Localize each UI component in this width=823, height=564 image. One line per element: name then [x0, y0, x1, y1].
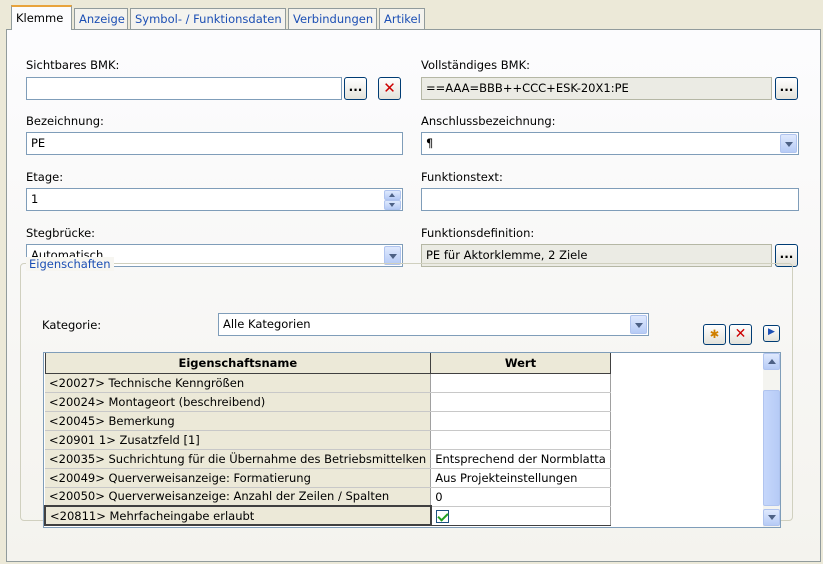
- level-label: Etage:: [26, 170, 64, 184]
- property-name: <20045> Bemerkung: [45, 411, 432, 431]
- property-value[interactable]: [430, 392, 611, 412]
- delete-property-button[interactable]: ✕: [729, 324, 752, 345]
- property-value[interactable]: 0: [430, 487, 611, 507]
- table-row[interactable]: <20027> Technische Kenngrößen: [45, 373, 611, 393]
- properties-table: Eigenschaftsname Wert <20027> Technische…: [44, 353, 611, 526]
- property-name: <20049> Querverweisanzeige: Formatierung: [45, 468, 432, 488]
- properties-grid: Eigenschaftsname Wert <20027> Technische…: [43, 352, 781, 528]
- function-text-input[interactable]: [421, 188, 799, 211]
- designation-label: Bezeichnung:: [26, 114, 104, 128]
- level-value: 1: [31, 192, 39, 206]
- property-name: <20027> Technische Kenngrößen: [45, 373, 432, 393]
- scroll-down-arrow-icon[interactable]: [763, 509, 780, 526]
- new-property-button[interactable]: ✱: [703, 324, 726, 345]
- property-value[interactable]: [430, 430, 611, 450]
- spin-down-arrow-icon[interactable]: [384, 200, 401, 210]
- property-name: <20050> Querverweisanzeige: Anzahl der Z…: [45, 487, 432, 507]
- designation-input[interactable]: PE: [26, 132, 403, 155]
- full-bmk-label: Vollständiges BMK:: [421, 58, 530, 72]
- connection-label: Anschlussbezeichnung:: [421, 114, 556, 128]
- category-label: Kategorie:: [42, 318, 102, 332]
- delete-x-icon: ✕: [734, 326, 747, 342]
- table-row[interactable]: <20901 1> Zusatzfeld [1]: [45, 430, 611, 450]
- property-value[interactable]: [430, 505, 611, 526]
- property-value[interactable]: [430, 411, 611, 431]
- connection-value: ¶: [426, 136, 434, 150]
- property-value[interactable]: Aus Projekteinstellungen: [430, 468, 611, 488]
- table-row[interactable]: <20050> Querverweisanzeige: Anzahl der Z…: [45, 487, 611, 507]
- new-star-icon: ✱: [709, 327, 720, 341]
- scroll-thumb[interactable]: [763, 390, 780, 506]
- chevron-down-icon[interactable]: [630, 315, 647, 334]
- scroll-up-arrow-icon[interactable]: [763, 353, 780, 370]
- clear-bmk-button[interactable]: ✕: [378, 77, 401, 100]
- tab-klemme[interactable]: Klemme: [11, 5, 72, 30]
- delete-x-icon: ✕: [383, 79, 396, 97]
- bridge-label: Stegbrücke:: [26, 226, 96, 240]
- visible-bmk-label: Sichtbares BMK:: [26, 58, 120, 72]
- table-row-selected[interactable]: <20811> Mehrfacheingabe erlaubt: [44, 505, 611, 526]
- table-row[interactable]: <20035> Suchrichtung für die Übernahme d…: [45, 449, 611, 469]
- table-row[interactable]: <20045> Bemerkung: [45, 411, 611, 431]
- column-header-value[interactable]: Wert: [430, 353, 611, 374]
- full-bmk-browse-button[interactable]: ...: [775, 77, 798, 100]
- function-def-label: Funktionsdefinition:: [421, 226, 535, 240]
- category-select[interactable]: Alle Kategorien: [218, 313, 649, 336]
- full-bmk-field: ==AAA=BBB++CCC+ESK-20X1:PE: [421, 77, 772, 100]
- property-name: <20035> Suchrichtung für die Übernahme d…: [45, 449, 432, 469]
- properties-group-title: Eigenschaften: [26, 257, 114, 271]
- property-name: <20024> Montageort (beschreibend): [45, 392, 432, 412]
- visible-bmk-browse-button[interactable]: ...: [344, 77, 367, 100]
- play-arrow-icon: ▶: [768, 327, 775, 337]
- checkbox-checked[interactable]: [435, 509, 449, 523]
- expand-button[interactable]: ▶: [763, 325, 780, 342]
- column-header-name[interactable]: Eigenschaftsname: [44, 353, 432, 374]
- tab-anzeige[interactable]: Anzeige: [74, 8, 128, 29]
- vertical-scrollbar[interactable]: [763, 353, 780, 527]
- property-name: <20901 1> Zusatzfeld [1]: [45, 430, 432, 450]
- table-row[interactable]: <20024> Montageort (beschreibend): [45, 392, 611, 412]
- tab-verbindungen[interactable]: Verbindungen: [288, 8, 377, 29]
- property-value[interactable]: [430, 373, 611, 393]
- table-row[interactable]: <20049> Querverweisanzeige: Formatierung…: [45, 468, 611, 488]
- spin-up-arrow-icon[interactable]: [384, 190, 401, 200]
- tab-symbol-funktionsdaten[interactable]: Symbol- / Funktionsdaten: [130, 8, 286, 29]
- level-spinner[interactable]: 1: [26, 188, 403, 211]
- visible-bmk-input[interactable]: [26, 77, 342, 100]
- tab-bar: Klemme Anzeige Symbol- / Funktionsdaten …: [0, 0, 823, 30]
- tab-artikel[interactable]: Artikel: [379, 8, 425, 29]
- function-text-label: Funktionstext:: [421, 170, 503, 184]
- chevron-down-icon[interactable]: [780, 134, 797, 153]
- property-name: <20811> Mehrfacheingabe erlaubt: [44, 505, 432, 526]
- property-value[interactable]: Entsprechend der Normblatta: [430, 449, 611, 469]
- category-value: Alle Kategorien: [223, 317, 311, 331]
- connection-select[interactable]: ¶: [421, 132, 799, 155]
